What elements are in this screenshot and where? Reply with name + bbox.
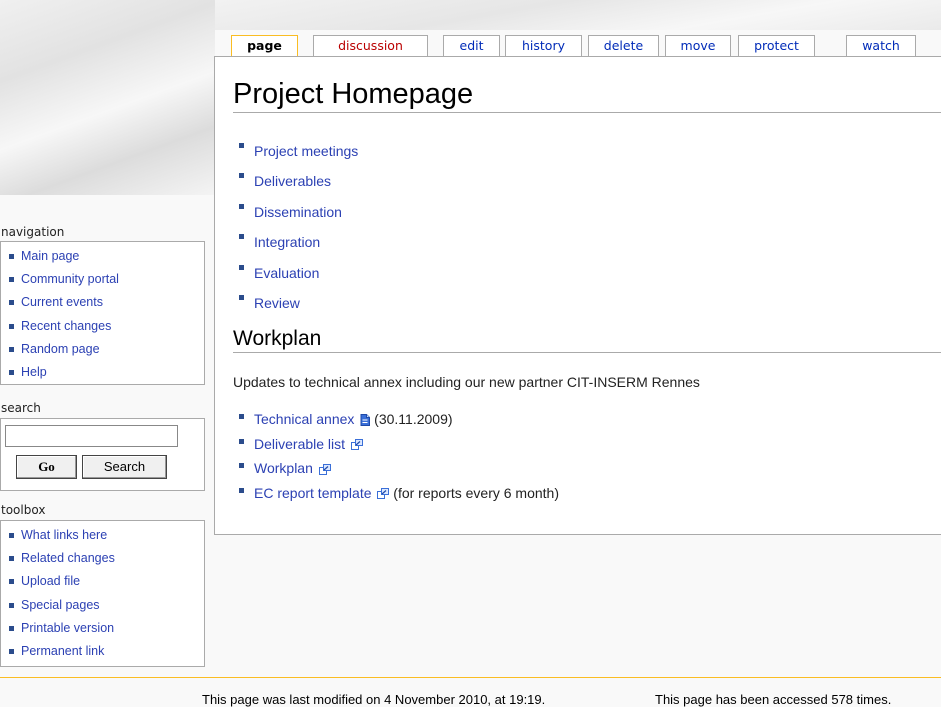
sidebar-item-special-pages: Special pages: [1, 594, 204, 617]
sidebar-item-random-page: Random page: [1, 338, 204, 361]
list-item: Technical annex (30.11.2009): [233, 407, 559, 432]
logo-area: [0, 0, 215, 195]
nav-link[interactable]: Recent changes: [21, 319, 111, 333]
link-workplan[interactable]: Workplan: [254, 460, 313, 476]
go-button[interactable]: Go: [16, 455, 77, 479]
sidebar-item-main-page: Main page: [1, 245, 204, 268]
sidebar-item-what-links-here: What links here: [1, 524, 204, 547]
list-item: Workplan: [233, 456, 559, 481]
sidebar-item-current-events: Current events: [1, 291, 204, 314]
item-note: (for reports every 6 month): [389, 484, 560, 501]
nav-link[interactable]: Random page: [21, 342, 100, 356]
sidebar-item-upload-file: Upload file: [1, 570, 204, 593]
tab-edit[interactable]: edit: [443, 35, 500, 56]
link-deliverable-list[interactable]: Deliverable list: [254, 436, 345, 452]
navigation-title: navigation: [1, 225, 65, 239]
workplan-heading: Workplan: [233, 326, 941, 353]
list-item: Evaluation: [233, 258, 358, 288]
tab-protect[interactable]: protect: [738, 35, 815, 56]
navigation-portlet: Main page Community portal Current event…: [0, 241, 205, 385]
search-portlet: Go Search: [0, 418, 205, 491]
content-area: Project Homepage Project meetings Delive…: [214, 56, 941, 535]
link-integration[interactable]: Integration: [254, 234, 320, 250]
list-item: Dissemination: [233, 197, 358, 227]
sidebar-item-related-changes: Related changes: [1, 547, 204, 570]
link-review[interactable]: Review: [254, 295, 300, 311]
sidebar-item-recent-changes: Recent changes: [1, 315, 204, 338]
toolbox-link[interactable]: Related changes: [21, 551, 115, 565]
nav-link[interactable]: Community portal: [21, 272, 119, 286]
list-item: Deliverable list: [233, 432, 559, 457]
toolbox-portlet: What links here Related changes Upload f…: [0, 520, 205, 667]
sidebar-item-community-portal: Community portal: [1, 268, 204, 291]
tab-move[interactable]: move: [665, 35, 731, 56]
sidebar-item-permanent-link: Permanent link: [1, 640, 204, 663]
tab-page[interactable]: page: [231, 35, 298, 58]
external-link-icon[interactable]: [318, 463, 331, 475]
link-ec-report-template[interactable]: EC report template: [254, 485, 372, 501]
toolbox-link[interactable]: Special pages: [21, 598, 100, 612]
project-links-list: Project meetings Deliverables Disseminat…: [233, 136, 358, 318]
tab-history[interactable]: history: [505, 35, 582, 56]
nav-link[interactable]: Current events: [21, 295, 103, 309]
link-project-meetings[interactable]: Project meetings: [254, 143, 358, 159]
sidebar-item-help: Help: [1, 361, 204, 384]
toolbox-link[interactable]: What links here: [21, 528, 107, 542]
list-item: Review: [233, 288, 358, 318]
external-link-icon[interactable]: [350, 439, 363, 451]
search-button[interactable]: Search: [82, 455, 167, 479]
nav-link[interactable]: Main page: [21, 249, 79, 263]
toolbox-link[interactable]: Upload file: [21, 574, 80, 588]
workplan-links-list: Technical annex (30.11.2009) Deliverable…: [233, 407, 559, 505]
tab-watch[interactable]: watch: [846, 35, 916, 56]
list-item: Integration: [233, 227, 358, 257]
document-icon[interactable]: [360, 414, 371, 427]
link-dissemination[interactable]: Dissemination: [254, 204, 342, 220]
item-note: (30.11.2009): [370, 411, 453, 427]
page-title: Project Homepage: [233, 77, 941, 113]
list-item: EC report template (for reports every 6 …: [233, 481, 559, 506]
workplan-intro: Updates to technical annex including our…: [233, 374, 700, 390]
footer-divider: [0, 677, 941, 678]
search-input[interactable]: [5, 425, 178, 447]
toolbox-link[interactable]: Printable version: [21, 621, 114, 635]
link-deliverables[interactable]: Deliverables: [254, 173, 331, 189]
toolbox-title: toolbox: [1, 503, 46, 517]
link-technical-annex[interactable]: Technical annex: [254, 411, 354, 427]
toolbox-link[interactable]: Permanent link: [21, 644, 104, 658]
tab-discussion[interactable]: discussion: [313, 35, 428, 56]
search-title: search: [1, 401, 41, 415]
list-item: Deliverables: [233, 166, 358, 196]
sidebar-item-printable-version: Printable version: [1, 617, 204, 640]
header-band: [215, 0, 941, 30]
external-link-icon[interactable]: [377, 488, 390, 500]
nav-link[interactable]: Help: [21, 365, 47, 379]
tab-delete[interactable]: delete: [588, 35, 659, 56]
list-item: Project meetings: [233, 136, 358, 166]
link-evaluation[interactable]: Evaluation: [254, 265, 319, 281]
